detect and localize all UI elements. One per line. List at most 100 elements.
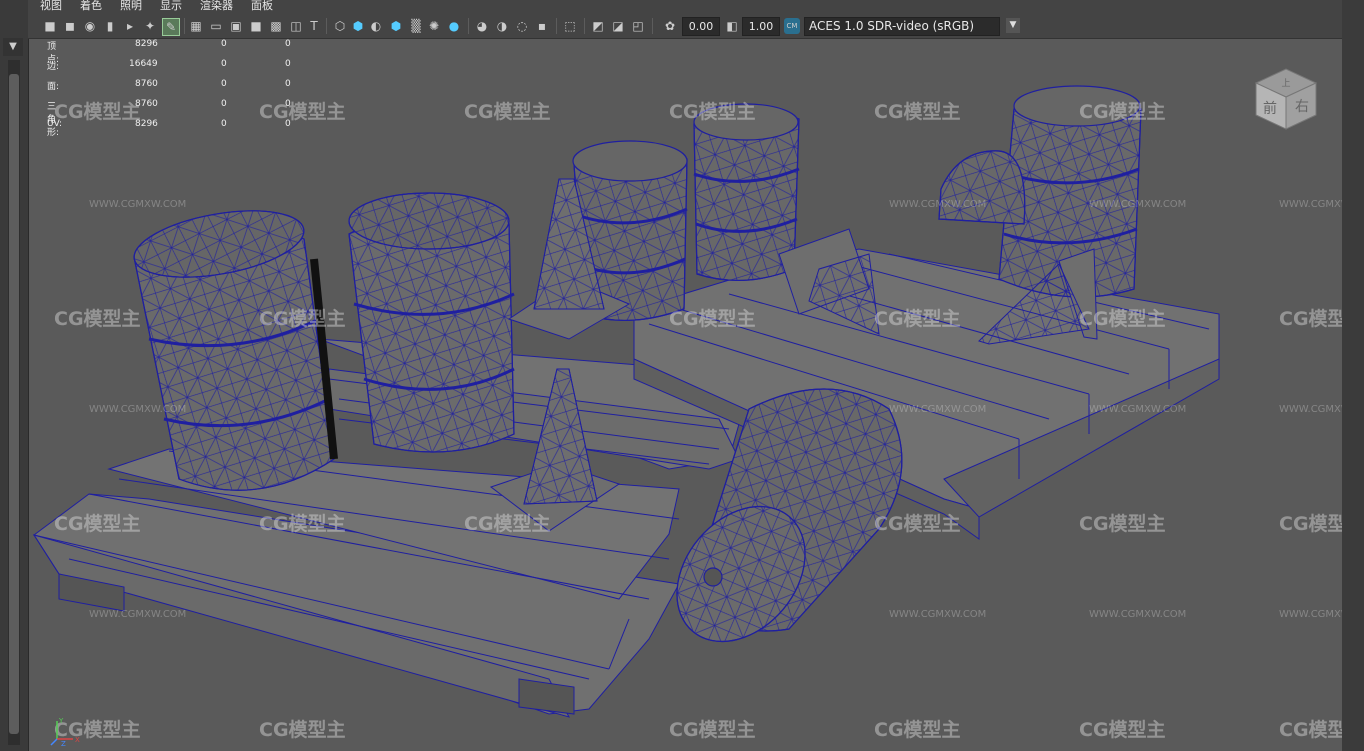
watermark-logo: CG模型主 xyxy=(1079,513,1166,535)
use-lights-icon[interactable]: ✺ xyxy=(426,18,442,34)
resolution-gate-icon[interactable]: ▣ xyxy=(228,18,244,34)
watermark-logo: CG模型主 xyxy=(259,719,346,741)
gamma-field[interactable]: 1.00 xyxy=(742,17,780,36)
default-material-icon[interactable]: ◐ xyxy=(368,18,384,34)
watermark-logo: CG模型主 xyxy=(464,101,551,123)
hud-label: UV: xyxy=(47,119,63,129)
toolbar-separator xyxy=(652,18,653,34)
image-plane-icon[interactable]: ▸ xyxy=(122,18,138,34)
watermark-logo: CG模型主 xyxy=(874,101,961,123)
hud-value: 0 xyxy=(285,119,291,129)
barrel-left xyxy=(133,210,338,491)
menu-lighting[interactable]: 照明 xyxy=(120,0,142,12)
hud-value: 8760 xyxy=(135,79,158,89)
watermark-logo: CG模型主 xyxy=(669,101,756,123)
gate-mask-icon[interactable]: ■ xyxy=(248,18,264,34)
watermark-logo: CG模型主 xyxy=(259,101,346,123)
toolbar-separator xyxy=(326,18,327,34)
hud-value: 0 xyxy=(285,99,291,109)
xray-icon[interactable]: ◕ xyxy=(474,18,490,34)
xray-joints-icon[interactable]: ◑ xyxy=(494,18,510,34)
safe-title-icon[interactable]: T xyxy=(306,18,322,34)
barrel-center xyxy=(348,192,515,453)
menu-shading[interactable]: 着色 xyxy=(80,0,102,12)
wireframe-icon[interactable]: ⬡ xyxy=(332,18,348,34)
watermark-logo: CG模型主 xyxy=(259,513,346,535)
exposure-icon[interactable]: ✿ xyxy=(662,18,678,34)
toolbar-separator xyxy=(184,18,185,34)
hud-value: 0 xyxy=(285,59,291,69)
hud-value: 0 xyxy=(285,39,291,49)
xray-components-icon[interactable]: ◌ xyxy=(514,18,530,34)
exposure-field[interactable]: 0.00 xyxy=(682,17,720,36)
axis-z-label: Z xyxy=(61,740,66,747)
hud-label: 面: xyxy=(47,82,60,92)
watermark-logo: CG模型主 xyxy=(54,101,141,123)
camera-icon[interactable]: ◼ xyxy=(62,18,78,34)
watermark-url: WWW.CGMXW.COM xyxy=(1279,609,1342,620)
watermark-url: WWW.CGMXW.COM xyxy=(89,609,187,620)
field-chart-icon[interactable]: ▩ xyxy=(268,18,284,34)
hud-value: 0 xyxy=(221,39,227,49)
watermark-url: WWW.CGMXW.COM xyxy=(889,404,987,415)
menu-show[interactable]: 显示 xyxy=(160,0,182,12)
smooth-shade-icon[interactable]: ⬢ xyxy=(350,18,366,34)
watermark-logo: CG模型主 xyxy=(874,513,961,535)
watermark-logo: CG模型主 xyxy=(874,719,961,741)
panel-menu-bar: 视图 着色 照明 显示 渲染器 面板 xyxy=(28,0,1342,14)
colorspace-select[interactable]: ACES 1.0 SDR-video (sRGB) xyxy=(804,17,1000,36)
select-camera-icon[interactable]: ■ xyxy=(42,18,58,34)
ambient-occlusion-icon[interactable]: ◪ xyxy=(610,18,626,34)
watermark-logo: CG模型主 xyxy=(1079,719,1166,741)
view-cube[interactable]: 上 前 右 xyxy=(1251,61,1321,131)
wireframe-on-shaded-icon[interactable]: ⬢ xyxy=(388,18,404,34)
viewcube-right-label[interactable]: 右 xyxy=(1295,99,1309,115)
textured-icon[interactable]: ▒ xyxy=(408,18,424,34)
motion-blur-icon[interactable]: ◰ xyxy=(630,18,646,34)
watermark-logo: CG模型主 xyxy=(874,308,961,330)
scrollbar-thumb[interactable] xyxy=(9,74,19,734)
toolbar-separator xyxy=(468,18,469,34)
hud-value: 0 xyxy=(221,59,227,69)
two-d-pan-icon[interactable]: ✦ xyxy=(142,18,158,34)
hud-value: 8296 xyxy=(135,39,158,49)
safe-action-icon[interactable]: ◫ xyxy=(288,18,304,34)
watermark-url: WWW.CGMXW.COM xyxy=(1279,404,1342,415)
bookmark-icon[interactable]: ▮ xyxy=(102,18,118,34)
3d-viewport[interactable]: CG模型主 CG模型主 CG模型主 CG模型主 CG模型主 CG模型主 CG模型… xyxy=(29,39,1342,751)
watermark-logo: CG模型主 xyxy=(669,308,756,330)
viewcube-front-label[interactable]: 前 xyxy=(1263,100,1277,117)
isolate-icon[interactable]: ⬚ xyxy=(562,18,578,34)
grease-pencil-icon[interactable]: ✎ xyxy=(162,18,180,36)
aa-icon[interactable]: ◩ xyxy=(590,18,606,34)
right-panel-strip xyxy=(1341,0,1364,751)
watermark-logo: CG模型主 xyxy=(54,308,141,330)
grid-icon[interactable]: ▦ xyxy=(188,18,204,34)
hud-value: 0 xyxy=(221,119,227,129)
menu-panels[interactable]: 面板 xyxy=(251,0,273,12)
toolbar-separator xyxy=(556,18,557,34)
menu-view[interactable]: 视图 xyxy=(40,0,62,12)
watermark-logo: CG模型主 xyxy=(1279,513,1342,535)
viewcube-top-label[interactable]: 上 xyxy=(1281,78,1290,89)
watermark-url: WWW.CGMXW.COM xyxy=(1089,404,1187,415)
panel-toolbar: ■ ◼ ◉ ▮ ▸ ✦ ✎ ▦ ▭ ▣ ■ ▩ ◫ T ⬡ ⬢ ◐ ⬢ ▒ ✺ … xyxy=(28,14,1342,39)
axis-y-label: Y xyxy=(58,717,64,725)
hud-label: 边: xyxy=(47,62,60,72)
hud-value: 0 xyxy=(221,99,227,109)
menu-renderer[interactable]: 渲染器 xyxy=(200,0,233,12)
watermark-url: WWW.CGMXW.COM xyxy=(89,404,187,415)
backface-icon[interactable]: ▪ xyxy=(534,18,550,34)
chevron-down-icon[interactable]: ▼ xyxy=(1006,18,1020,33)
gamma-icon[interactable]: ◧ xyxy=(724,18,740,34)
watermark-url: WWW.CGMXW.COM xyxy=(889,609,987,620)
shadows-icon[interactable]: ● xyxy=(446,18,462,34)
color-management-icon[interactable]: CM xyxy=(784,18,800,34)
watermark-url: WWW.CGMXW.COM xyxy=(89,199,187,210)
panel-dropdown-button[interactable]: ▼ xyxy=(3,38,23,56)
watermark-logo: CG模型主 xyxy=(669,719,756,741)
film-gate-icon[interactable]: ▭ xyxy=(208,18,224,34)
watermark-url: WWW.CGMXW.COM xyxy=(1089,609,1187,620)
viewport-scrollbar[interactable] xyxy=(8,60,20,745)
camera-attrs-icon[interactable]: ◉ xyxy=(82,18,98,34)
